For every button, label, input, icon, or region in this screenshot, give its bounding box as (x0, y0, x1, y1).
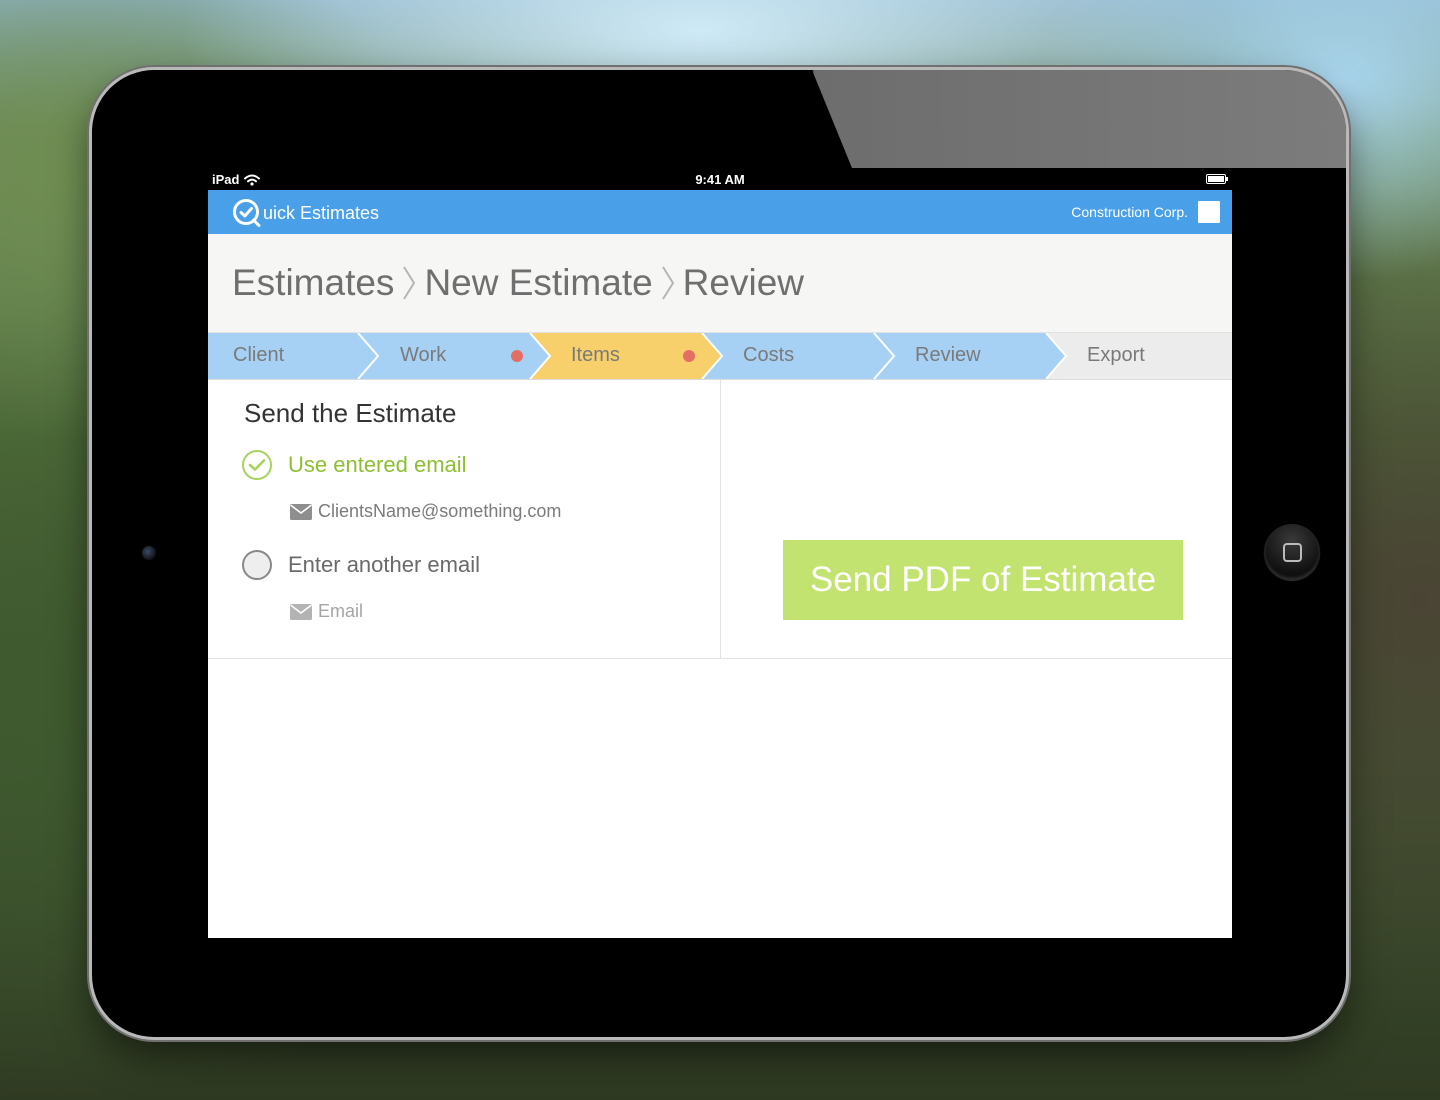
company-logo-box[interactable] (1198, 201, 1220, 223)
status-time: 9:41 AM (695, 172, 745, 187)
section-title: Send the Estimate (244, 398, 457, 428)
app-brand[interactable]: uick Estimates (232, 198, 379, 228)
entered-email-row: ClientsName@something.com (290, 501, 561, 522)
tab-review[interactable]: Review (884, 333, 1056, 379)
tab-costs[interactable]: Costs (712, 333, 884, 379)
work-alert-dot (511, 350, 523, 362)
tab-items-label: Items (571, 344, 620, 366)
other-email-field[interactable]: Email (290, 601, 363, 622)
tab-export[interactable]: Export (1056, 333, 1232, 379)
check-icon (248, 459, 266, 471)
chevron-right-icon (659, 263, 677, 303)
home-button[interactable] (1264, 524, 1320, 580)
home-button-icon (1282, 542, 1302, 562)
camera-icon (142, 546, 156, 560)
logo-check-icon (233, 199, 261, 227)
mail-icon (290, 603, 312, 620)
step-tabs: Client Work Items Costs Review Export (208, 333, 1232, 380)
breadcrumb: Estimates New Estimate Review (208, 234, 1232, 333)
radio-checked[interactable] (242, 450, 272, 480)
enter-another-email-option[interactable]: Enter another email (242, 550, 480, 580)
company-selector[interactable]: Construction Corp. (1071, 201, 1220, 223)
chevron-right-icon (400, 263, 418, 303)
tab-review-label: Review (915, 344, 981, 366)
use-entered-email-option[interactable]: Use entered email (242, 450, 467, 480)
battery-icon (1206, 174, 1228, 184)
breadcrumb-new-estimate[interactable]: New Estimate (424, 262, 652, 304)
entered-email-value: ClientsName@something.com (318, 501, 562, 521)
breadcrumb-review: Review (682, 262, 804, 303)
app-header: uick Estimates Construction Corp. (208, 190, 1232, 234)
company-name: Construction Corp. (1071, 204, 1188, 220)
tab-costs-label: Costs (743, 344, 795, 366)
use-entered-email-label: Use entered email (288, 452, 467, 477)
status-bar: iPad 9:41 AM (208, 168, 1232, 190)
mail-icon (290, 503, 312, 520)
app-screen: iPad 9:41 AM uick Estimates Construction… (208, 168, 1232, 938)
email-placeholder: Email (318, 601, 364, 621)
tab-work[interactable]: Work (368, 333, 540, 379)
send-pdf-button[interactable]: Send PDF of Estimate (783, 540, 1183, 620)
tab-export-label: Export (1087, 344, 1145, 366)
tab-client-label: Client (233, 344, 285, 366)
tab-client[interactable]: Client (208, 333, 368, 379)
items-alert-dot (683, 350, 695, 362)
tab-work-label: Work (400, 344, 447, 366)
breadcrumb-estimates[interactable]: Estimates (232, 262, 394, 304)
enter-another-email-label: Enter another email (288, 552, 480, 577)
panel-divider (720, 380, 721, 658)
radio-unchecked[interactable] (242, 550, 272, 580)
app-title: uick Estimates (263, 202, 380, 223)
send-panel: Send the Estimate Use entered email Clie… (208, 380, 1232, 659)
tab-items[interactable]: Items (540, 333, 712, 379)
